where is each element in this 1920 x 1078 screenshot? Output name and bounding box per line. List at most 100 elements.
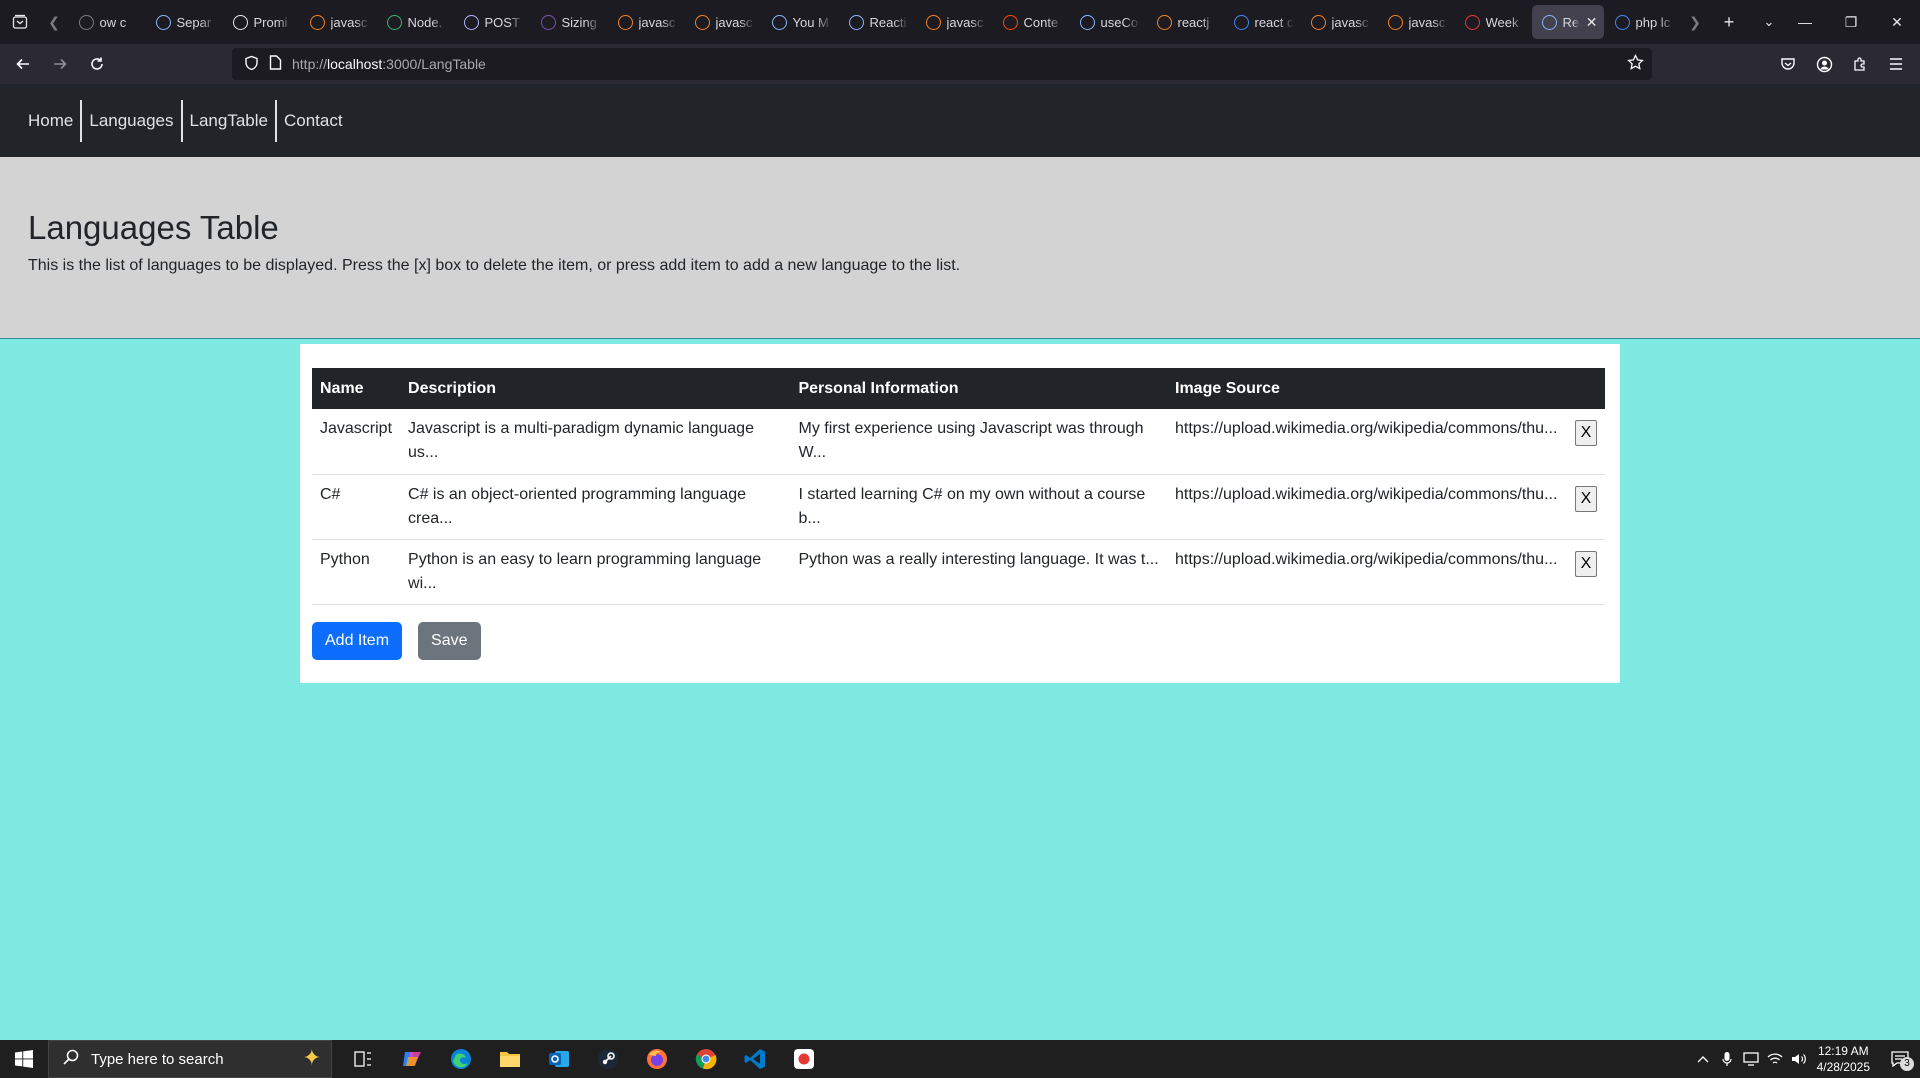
table-row: C# C# is an object-oriented programming … — [312, 474, 1605, 540]
cell-image-source: https://upload.wikimedia.org/wikipedia/c… — [1167, 474, 1567, 540]
edge-icon[interactable] — [436, 1040, 485, 1078]
windows-start-icon[interactable] — [0, 1040, 48, 1078]
save-button[interactable]: Save — [418, 621, 481, 660]
nav-link-home[interactable]: Home — [21, 100, 80, 142]
browser-tab[interactable]: javasc — [1378, 5, 1454, 39]
cell-name: Python — [312, 539, 401, 605]
back-icon[interactable] — [5, 48, 41, 80]
minimize-icon[interactable]: — — [1782, 0, 1828, 44]
volume-icon[interactable] — [1787, 1052, 1811, 1066]
browser-tab[interactable]: Sizing — [531, 5, 607, 39]
microphone-icon[interactable] — [1715, 1051, 1739, 1067]
tab-label: Rea — [1562, 14, 1580, 30]
wifi-icon[interactable] — [1763, 1052, 1787, 1066]
browser-tabstrip: ❮ ow c Separ Promi javasc Node. POST Sizing jav… — [0, 0, 1920, 44]
page-icon[interactable] — [269, 55, 282, 73]
tab-active[interactable]: Rea ✕ — [1531, 5, 1604, 39]
task-view-icon[interactable] — [338, 1040, 387, 1078]
react-icon — [1541, 14, 1557, 30]
url-host: localhost — [327, 56, 383, 72]
tray-chevron-up-icon[interactable] — [1691, 1055, 1715, 1063]
delete-row-button[interactable]: X — [1574, 420, 1597, 446]
browser-tab[interactable]: Reacti — [839, 5, 915, 39]
tab-label: reactj — [1177, 14, 1210, 30]
languages-table: Name Description Personal Information Im… — [312, 368, 1605, 605]
browser-tab[interactable]: Separ — [146, 5, 222, 39]
cell-image-source: https://upload.wikimedia.org/wikipedia/c… — [1167, 409, 1567, 475]
extensions-icon[interactable] — [1842, 48, 1878, 80]
table-actions: Add Item Save — [312, 621, 1608, 660]
tab-label: javasc — [946, 14, 984, 30]
notifications-icon[interactable]: 3 — [1880, 1051, 1920, 1071]
tab-label: Conte — [1023, 14, 1059, 30]
clock-date: 4/28/2025 — [1816, 1060, 1870, 1074]
tab-label: javasc — [330, 14, 368, 30]
browser-tab[interactable]: Node. — [377, 5, 453, 39]
tab-scroll-left-icon[interactable]: ❮ — [40, 0, 68, 44]
browser-tab[interactable]: javasc — [916, 5, 992, 39]
menu-icon[interactable] — [1878, 48, 1914, 80]
vscode-icon[interactable] — [730, 1040, 779, 1078]
column-header-personal-information: Personal Information — [798, 379, 959, 397]
react-icon — [848, 14, 864, 30]
url-prefix: http:// — [292, 56, 328, 72]
steam-icon[interactable] — [583, 1040, 632, 1078]
display-icon[interactable] — [1739, 1052, 1763, 1066]
forward-icon[interactable] — [42, 48, 78, 80]
browser-tab[interactable]: react c — [1224, 5, 1300, 39]
screen-recorder-icon[interactable] — [779, 1040, 828, 1078]
browser-tab[interactable]: Week — [1455, 5, 1531, 39]
firefox-icon[interactable] — [632, 1040, 681, 1078]
cell-description: C# is an object-oriented programming lan… — [400, 474, 791, 540]
browser-tab[interactable]: javasc — [685, 5, 761, 39]
cell-description: Python is an easy to learn programming l… — [400, 539, 791, 605]
taskbar-search[interactable]: Type here to search ✦ — [48, 1040, 332, 1078]
browser-tab[interactable]: javasc — [300, 5, 376, 39]
file-explorer-icon[interactable] — [485, 1040, 534, 1078]
url-path: :3000/LangTable — [382, 56, 486, 72]
bookmark-star-icon[interactable] — [1627, 53, 1644, 74]
delete-row-button[interactable]: X — [1574, 485, 1597, 512]
reload-icon[interactable] — [79, 48, 115, 80]
close-tab-icon[interactable]: ✕ — [1586, 14, 1598, 31]
browser-tab[interactable]: Promi — [223, 5, 299, 39]
pocket-icon[interactable] — [1770, 48, 1806, 80]
outlook-icon[interactable] — [534, 1040, 583, 1078]
table-row: Python Python is an easy to learn progra… — [312, 539, 1605, 605]
restore-icon[interactable]: ❐ — [1828, 0, 1874, 44]
browser-tab[interactable]: javasc — [1301, 5, 1377, 39]
chrome-icon[interactable] — [681, 1040, 730, 1078]
tab-list-icon[interactable] — [0, 0, 40, 44]
nav-link-languages[interactable]: Languages — [80, 99, 180, 142]
react-icon — [1079, 14, 1095, 30]
close-window-icon[interactable]: ✕ — [1874, 0, 1920, 44]
url-bar[interactable]: http://localhost:3000/LangTable — [232, 48, 1652, 80]
delete-row-button[interactable]: X — [1574, 550, 1597, 577]
page-title: Languages Table — [28, 209, 279, 246]
browser-tab[interactable]: You M — [762, 5, 838, 39]
nav-link-contact[interactable]: Contact — [274, 99, 350, 142]
browser-tab[interactable]: useCo — [1070, 5, 1146, 39]
account-icon[interactable] — [1806, 48, 1842, 80]
browser-tab[interactable]: ow c — [69, 5, 145, 39]
bootstrap-icon — [540, 14, 556, 30]
browser-tab[interactable]: php lc — [1605, 5, 1681, 39]
new-tab-icon[interactable]: + — [1709, 0, 1749, 44]
tab-label: javasc — [1331, 14, 1369, 30]
column-header-description: Description — [408, 379, 497, 397]
browser-tab[interactable]: javasc — [608, 5, 684, 39]
browser-tab[interactable]: reactj — [1147, 5, 1223, 39]
copilot-icon[interactable] — [387, 1040, 436, 1078]
cell-name: Javascript — [312, 409, 401, 475]
copilot-sparkle-icon: ✦ — [302, 1045, 321, 1070]
browser-tab[interactable]: Conte — [993, 5, 1069, 39]
stackoverflow-icon — [925, 14, 941, 30]
shield-icon[interactable] — [244, 55, 259, 74]
page-viewport: Home Languages LangTable Contact Languag… — [0, 84, 1920, 1040]
browser-tab[interactable]: POST — [454, 5, 530, 39]
add-item-button[interactable]: Add Item — [312, 621, 403, 660]
react-icon — [771, 14, 787, 30]
nav-link-langtable[interactable]: LangTable — [180, 99, 275, 142]
taskbar-clock[interactable]: 12:19 AM 4/28/2025 — [1817, 1043, 1870, 1075]
tab-scroll-right-icon[interactable]: ❯ — [1681, 0, 1709, 44]
